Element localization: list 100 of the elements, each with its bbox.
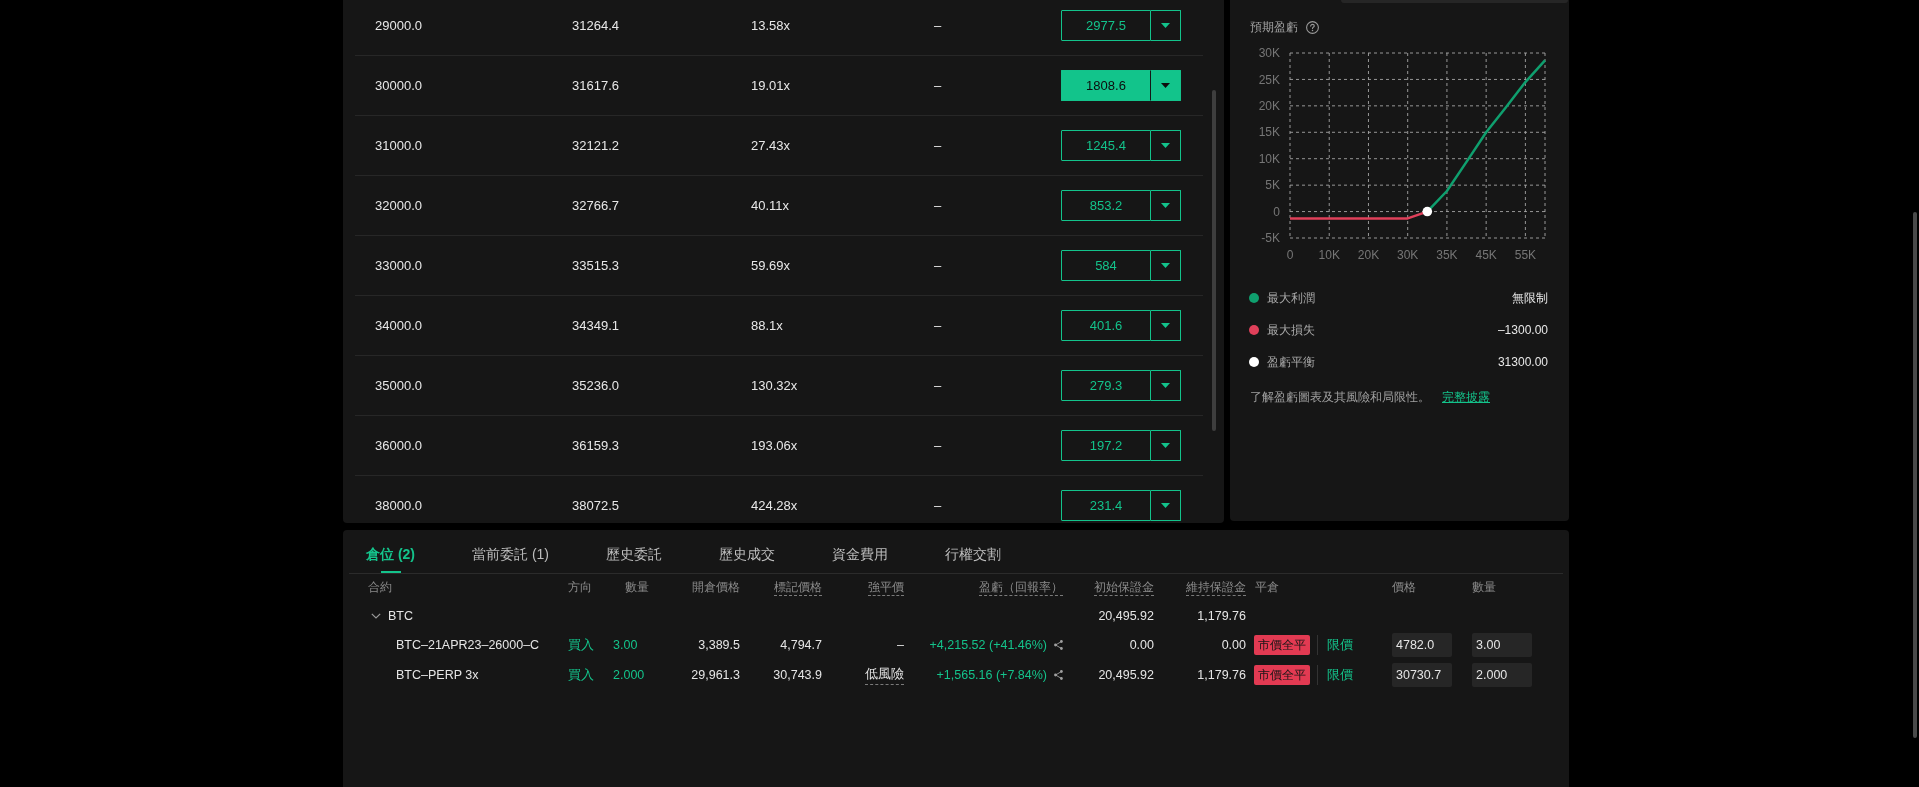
tab[interactable]: 歷史委託: [606, 530, 662, 573]
price-text: 36000.0: [375, 437, 422, 453]
limit-close-link[interactable]: 限價: [1327, 635, 1353, 655]
market-close-button[interactable]: 市價全平: [1254, 635, 1310, 655]
tab[interactable]: 資金費用: [832, 530, 888, 573]
contract-name: BTC–PERP 3x: [396, 666, 479, 684]
chevron-icon[interactable]: [371, 611, 381, 621]
price-button[interactable]: 231.4: [1061, 490, 1151, 521]
dropdown-button[interactable]: [1151, 250, 1181, 281]
price-button[interactable]: 584: [1061, 250, 1151, 281]
dash-text: –: [934, 137, 942, 153]
y-axis-label: -5K: [1261, 231, 1280, 246]
disclaimer-text: 了解盈虧圖表及其風險和局限性。 完整披露: [1250, 389, 1490, 406]
dropdown-button[interactable]: [1151, 310, 1181, 341]
multiplier-text: 40.11x: [751, 197, 790, 213]
price-input[interactable]: 4782.0: [1392, 633, 1452, 657]
dropdown-button[interactable]: [1151, 70, 1181, 101]
price-value: 30,743.9: [773, 666, 822, 684]
margin-value: 0.00: [1221, 636, 1246, 654]
breakeven-marker: [1422, 206, 1433, 217]
column-header: 標記價格: [774, 578, 822, 596]
price-button[interactable]: 401.6: [1061, 310, 1151, 341]
price-button[interactable]: 279.3: [1061, 370, 1151, 401]
market-close-button[interactable]: 市價全平: [1254, 665, 1310, 685]
quantity-input[interactable]: 3.00: [1472, 633, 1532, 657]
multiplier-text: 27.43x: [751, 137, 791, 153]
price-text: 31000.0: [375, 137, 422, 153]
panel-title: 預期盈虧: [1250, 19, 1298, 36]
price-button[interactable]: 853.2: [1061, 190, 1151, 221]
x-axis-label: 30K: [1397, 248, 1419, 262]
price-value: 3,389.5: [698, 636, 740, 654]
column-header: 數量: [1472, 579, 1496, 595]
column-header: 合約: [368, 579, 392, 595]
limit-close-link[interactable]: 限價: [1327, 665, 1353, 685]
price-value: 29,961.3: [691, 666, 740, 684]
price-text: 31264.4: [572, 17, 619, 33]
x-axis-label: 0: [1286, 248, 1294, 262]
tab[interactable]: 倉位 (2): [366, 530, 415, 573]
price-button[interactable]: 197.2: [1061, 430, 1151, 461]
y-axis-label: 15K: [1258, 125, 1280, 140]
legend-value: –1300.00: [1497, 322, 1548, 339]
dash-text: –: [934, 317, 942, 333]
caret-icon: [1161, 323, 1170, 328]
price-text: 32000.0: [375, 197, 422, 213]
column-header: 盈虧（回報率）: [979, 578, 1063, 596]
price-input[interactable]: 30730.7: [1392, 663, 1452, 687]
size-value: 3.00: [613, 636, 638, 654]
margin-value: 20,495.92: [1098, 666, 1154, 684]
share-icon[interactable]: [1054, 640, 1063, 650]
dropdown-button[interactable]: [1151, 190, 1181, 221]
price-button[interactable]: 1808.6: [1061, 70, 1151, 101]
help-icon[interactable]: [1306, 20, 1319, 34]
margin-value: 20,495.92: [1098, 607, 1154, 625]
column-header: 價格: [1392, 579, 1416, 595]
caret-icon: [1161, 503, 1170, 508]
liquidation-price: –: [897, 636, 904, 654]
multiplier-text: 88.1x: [751, 317, 783, 333]
caret-icon: [1161, 263, 1170, 268]
dropdown-button[interactable]: [1151, 490, 1181, 521]
margin-value: 1,179.76: [1197, 666, 1246, 684]
dropdown-button[interactable]: [1151, 130, 1181, 161]
share-icon[interactable]: [1054, 670, 1063, 680]
quantity-input[interactable]: 2.000: [1472, 663, 1532, 687]
table-scrollbar[interactable]: [1212, 90, 1216, 431]
price-button[interactable]: 2977.5: [1061, 10, 1151, 41]
full-disclosure-link[interactable]: 完整披露: [1442, 390, 1490, 404]
caret-icon: [1161, 443, 1170, 448]
multiplier-text: 130.32x: [751, 377, 798, 393]
y-axis-label: 5K: [1265, 178, 1280, 193]
y-axis-label: 30K: [1258, 46, 1280, 61]
x-axis-label: 35K: [1436, 248, 1458, 262]
caret-icon: [1161, 23, 1170, 28]
column-header: 平倉: [1255, 579, 1279, 595]
dash-text: –: [934, 197, 942, 213]
column-header: 數量: [625, 579, 649, 595]
price-text: 38072.5: [572, 497, 619, 513]
price-button[interactable]: 1245.4: [1061, 130, 1151, 161]
price-text: 38000.0: [375, 497, 422, 513]
x-axis-label: 55K: [1514, 248, 1537, 262]
price-text: 33515.3: [572, 257, 619, 273]
price-text: 34349.1: [572, 317, 619, 333]
tab[interactable]: 行權交割: [945, 530, 1001, 573]
side-text: 買入: [568, 666, 594, 684]
dropdown-button[interactable]: [1151, 10, 1181, 41]
multiplier-text: 424.28x: [751, 497, 798, 513]
y-axis-label: 25K: [1258, 72, 1280, 87]
caret-icon: [1161, 143, 1170, 148]
x-axis-label: 45K: [1475, 248, 1497, 262]
tab[interactable]: 當前委託 (1): [472, 530, 549, 573]
y-axis-label: 10K: [1258, 151, 1280, 166]
caret-icon: [1161, 203, 1170, 208]
dropdown-button[interactable]: [1151, 430, 1181, 461]
tab[interactable]: 歷史成交: [719, 530, 775, 573]
dash-text: –: [934, 437, 942, 453]
page-scrollbar[interactable]: [1913, 212, 1917, 738]
contract-name: BTC–21APR23–26000–C: [396, 636, 540, 654]
dropdown-button[interactable]: [1151, 370, 1181, 401]
price-text: 30000.0: [375, 77, 422, 93]
column-header: 開倉價格: [692, 579, 740, 595]
x-axis-label: 20K: [1357, 248, 1380, 262]
